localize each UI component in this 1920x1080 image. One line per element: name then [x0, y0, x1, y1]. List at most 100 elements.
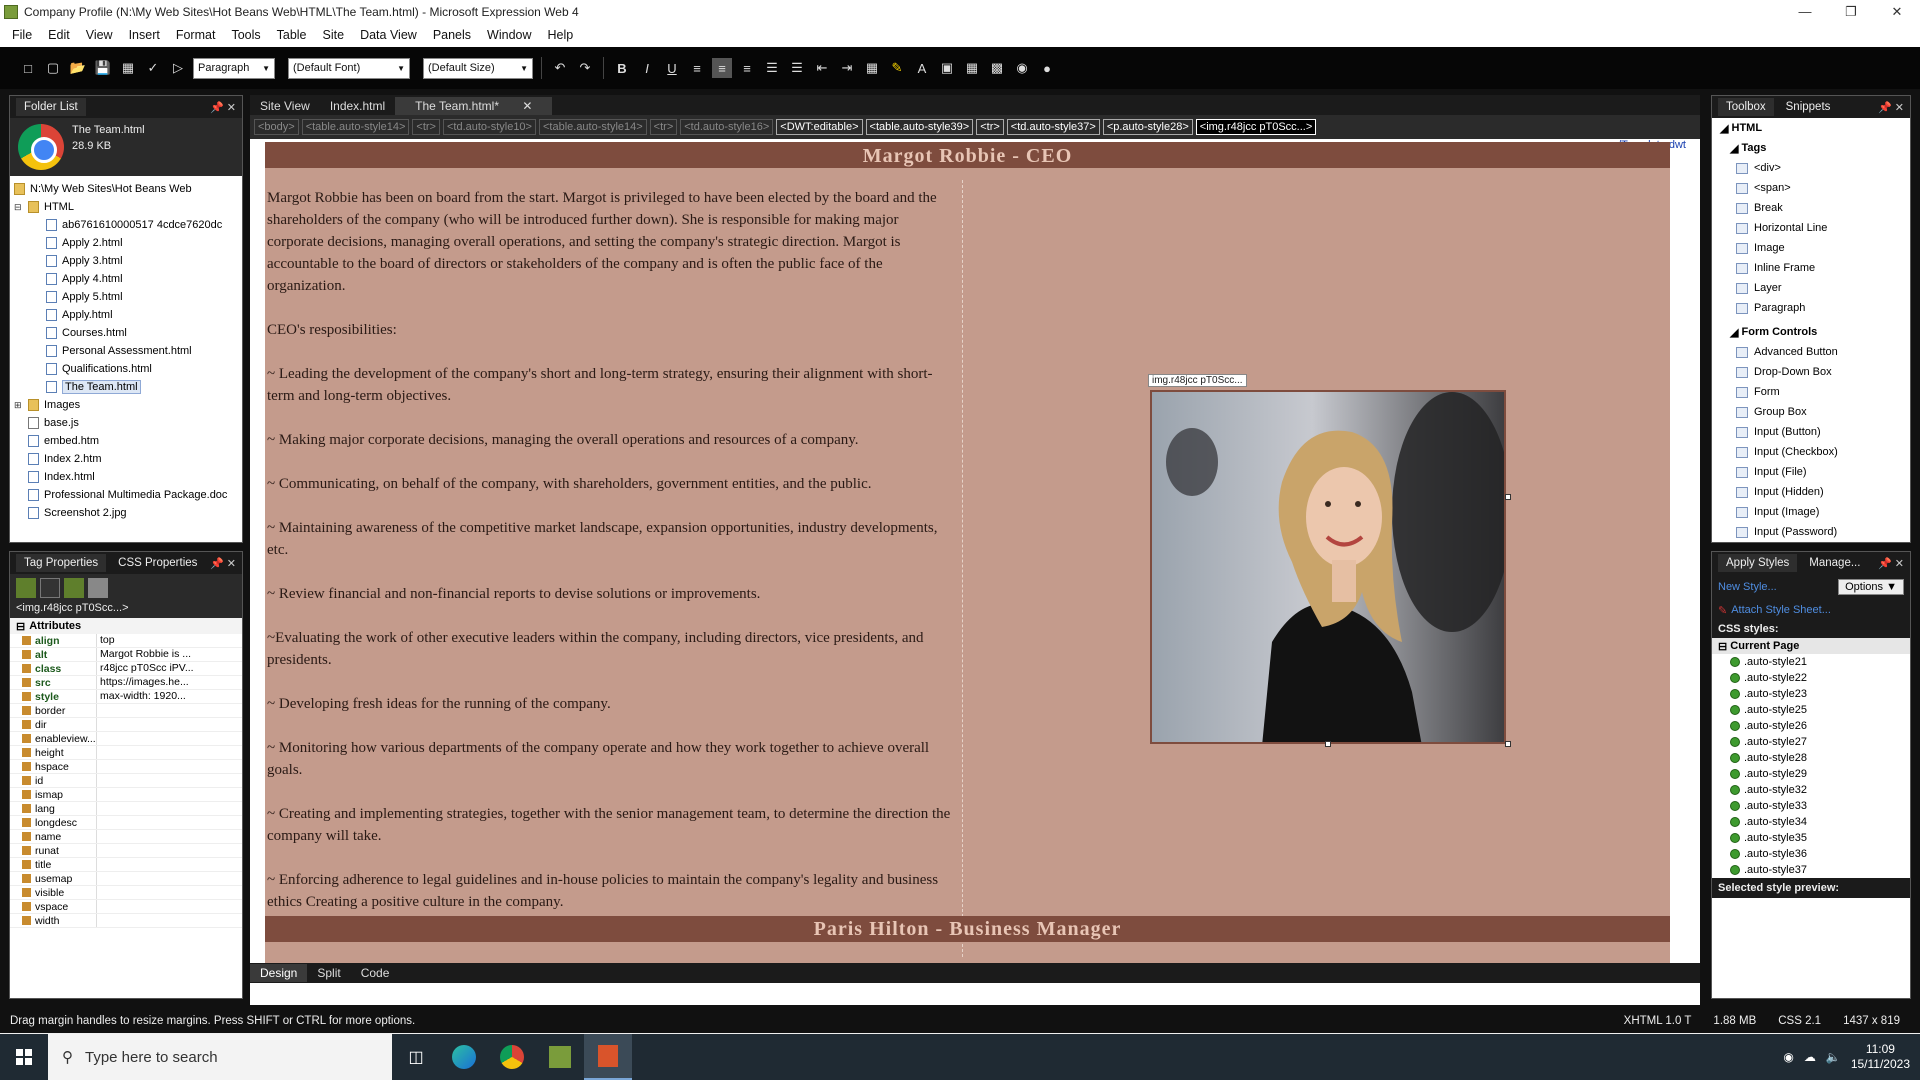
attribute-value[interactable]	[96, 788, 242, 801]
tab-the-team[interactable]: The Team.html* ✕	[395, 97, 553, 115]
edge-icon[interactable]	[440, 1034, 488, 1080]
attribute-value[interactable]	[96, 760, 242, 773]
pin-icon[interactable]: 📌 ✕	[210, 101, 236, 114]
attribute-value[interactable]	[96, 914, 242, 927]
toolbox-tag-item[interactable]: Paragraph	[1712, 298, 1910, 318]
tab-toolbox[interactable]: Toolbox	[1718, 98, 1774, 116]
menu-table[interactable]: Table	[269, 28, 315, 42]
toolbox-form-item[interactable]: Group Box	[1712, 402, 1910, 422]
underline-button[interactable]: U	[662, 58, 682, 78]
pin-icon[interactable]: 📌 ✕	[1878, 101, 1904, 114]
tree-item[interactable]: Professional Multimedia Package.doc	[10, 486, 242, 504]
bulleted-list-icon[interactable]: ☰	[787, 58, 807, 78]
css-style-item[interactable]: .auto-style35	[1712, 830, 1910, 846]
stop-icon[interactable]: ●	[1037, 58, 1057, 78]
attribute-row[interactable]: title	[10, 858, 242, 872]
html-group[interactable]: ◢ HTML	[1712, 118, 1910, 138]
toolbox-form-item[interactable]: Input (Checkbox)	[1712, 442, 1910, 462]
toolbox-tag-item[interactable]: Inline Frame	[1712, 258, 1910, 278]
toolbox-form-item[interactable]: Input (Image)	[1712, 502, 1910, 522]
tag-crumb[interactable]: <table.auto-style14>	[301, 119, 410, 135]
css-style-item[interactable]: .auto-style32	[1712, 782, 1910, 798]
toolbox-form-item[interactable]: Input (Button)	[1712, 422, 1910, 442]
table-icon[interactable]: ▦	[962, 58, 982, 78]
style-select[interactable]: Paragraph ▼	[193, 57, 275, 79]
toolbox-tag-item[interactable]: <div>	[1712, 158, 1910, 178]
attribute-value[interactable]: Margot Robbie is ...	[96, 648, 242, 661]
bold-button[interactable]: B	[612, 58, 632, 78]
tag-crumb[interactable]: <table.auto-style39>	[865, 119, 974, 135]
tree-file[interactable]: Apply 2.html	[10, 234, 242, 252]
tree-item[interactable]: Screenshot 2.jpg	[10, 504, 242, 522]
tree-html-folder[interactable]: ⊟ HTML	[10, 198, 242, 216]
menu-file[interactable]: File	[4, 28, 40, 42]
show-set-icon[interactable]	[64, 578, 84, 598]
new-style-link[interactable]: New Style...	[1718, 581, 1777, 593]
picture-icon[interactable]: ▩	[987, 58, 1007, 78]
css-version[interactable]: CSS 2.1	[1778, 1015, 1821, 1027]
attribute-row[interactable]: lang	[10, 802, 242, 816]
tree-item[interactable]: embed.htm	[10, 432, 242, 450]
attribute-row[interactable]: height	[10, 746, 242, 760]
attribute-row[interactable]: hspace	[10, 760, 242, 774]
toolbox-form-item[interactable]: Drop-Down Box	[1712, 362, 1910, 382]
chrome-icon[interactable]	[488, 1034, 536, 1080]
css-style-item[interactable]: .auto-style26	[1712, 718, 1910, 734]
tag-crumb[interactable]: <tr>	[412, 119, 440, 135]
clock[interactable]: 11:09 15/11/2023	[1851, 1042, 1910, 1072]
attribute-row[interactable]: runat	[10, 844, 242, 858]
attribute-value[interactable]	[96, 746, 242, 759]
attribute-value[interactable]	[96, 844, 242, 857]
css-style-item[interactable]: .auto-style33	[1712, 798, 1910, 814]
align-right-icon[interactable]: ≡	[737, 58, 757, 78]
menu-format[interactable]: Format	[168, 28, 224, 42]
tree-file[interactable]: Apply.html	[10, 306, 242, 324]
expression-design-icon[interactable]	[536, 1034, 584, 1080]
new-site-icon[interactable]: ▢	[43, 58, 63, 78]
font-color-icon[interactable]: A	[912, 58, 932, 78]
menu-site[interactable]: Site	[315, 28, 353, 42]
tree-file[interactable]: Apply 3.html	[10, 252, 242, 270]
tree-file[interactable]: Qualifications.html	[10, 360, 242, 378]
toolbox-form-item[interactable]: Form	[1712, 382, 1910, 402]
tree-file[interactable]: Apply 5.html	[10, 288, 242, 306]
css-style-item[interactable]: .auto-style21	[1712, 654, 1910, 670]
highlight-icon[interactable]: ✎	[887, 58, 907, 78]
toolbox-tag-item[interactable]: Layer	[1712, 278, 1910, 298]
open-folder-icon[interactable]: 📂	[68, 58, 88, 78]
css-style-item[interactable]: .auto-style29	[1712, 766, 1910, 782]
tree-file[interactable]: Personal Assessment.html	[10, 342, 242, 360]
resize-handle[interactable]	[1325, 741, 1331, 747]
tag-crumb[interactable]: <td.auto-style37>	[1006, 119, 1100, 135]
ceo-photo[interactable]	[1150, 390, 1506, 744]
tab-tag-properties[interactable]: Tag Properties	[16, 554, 107, 572]
tree-item[interactable]: Index 2.htm	[10, 450, 242, 468]
tab-css-properties[interactable]: CSS Properties	[110, 554, 205, 572]
attribute-row[interactable]: style max-width: 1920...	[10, 690, 242, 704]
pin-icon[interactable]: 📌 ✕	[1878, 557, 1904, 570]
borders-icon[interactable]: ▦	[862, 58, 882, 78]
attribute-value[interactable]: https://images.he...	[96, 676, 242, 689]
sort-icon[interactable]	[40, 578, 60, 598]
italic-button[interactable]: I	[637, 58, 657, 78]
size-select[interactable]: (Default Size) ▼	[423, 57, 533, 79]
toolbox-tag-item[interactable]: Image	[1712, 238, 1910, 258]
decrease-indent-icon[interactable]: ⇤	[812, 58, 832, 78]
align-left-icon[interactable]: ≡	[687, 58, 707, 78]
tag-crumb[interactable]: <td.auto-style10>	[442, 119, 536, 135]
attribute-value[interactable]	[96, 900, 242, 913]
current-page-group[interactable]: ⊟ Current Page	[1712, 638, 1910, 654]
attribute-row[interactable]: class r48jcc pT0Scc iPV...	[10, 662, 242, 676]
tab-code[interactable]: Code	[351, 964, 400, 982]
css-style-item[interactable]: .auto-style27	[1712, 734, 1910, 750]
font-select[interactable]: (Default Font) ▼	[288, 57, 410, 79]
tab-index[interactable]: Index.html	[320, 97, 395, 115]
css-style-item[interactable]: .auto-style28	[1712, 750, 1910, 766]
attribute-value[interactable]	[96, 886, 242, 899]
doctype-indicator[interactable]: XHTML 1.0 T	[1624, 1015, 1692, 1027]
toolbox-form-item[interactable]: Input (Hidden)	[1712, 482, 1910, 502]
css-style-item[interactable]: .auto-style25	[1712, 702, 1910, 718]
numbered-list-icon[interactable]: ☰	[762, 58, 782, 78]
attribute-row[interactable]: vspace	[10, 900, 242, 914]
onedrive-icon[interactable]: ☁	[1804, 1050, 1816, 1064]
